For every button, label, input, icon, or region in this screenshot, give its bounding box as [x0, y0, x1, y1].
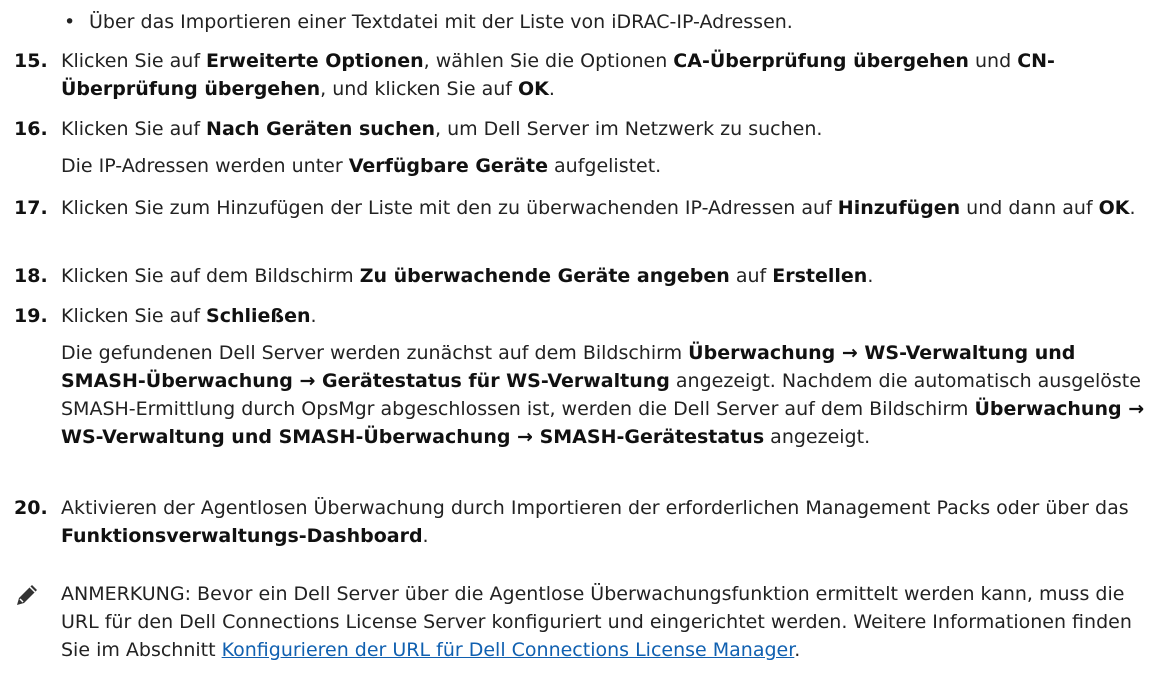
- bullet-text: Über das Importieren einer Textdatei mit…: [89, 11, 793, 33]
- text: und: [968, 50, 1018, 72]
- ui-term: Funktionsverwaltungs-Dashboard: [61, 525, 423, 547]
- ui-term: Erstellen: [772, 265, 868, 287]
- step-paragraph: Klicken Sie auf Schließen.: [61, 302, 1161, 330]
- note-text: ANMERKUNG: Bevor ein Dell Server über di…: [61, 580, 1161, 664]
- text: Die IP-Adressen werden unter: [61, 155, 349, 177]
- bullet-dot: •: [64, 11, 76, 33]
- text: .: [422, 525, 429, 547]
- text: und dann auf: [960, 197, 1099, 219]
- text: .: [548, 78, 555, 100]
- text: , um Dell Server im Netzwerk zu suchen.: [435, 118, 823, 140]
- step-number: 20.: [14, 497, 48, 519]
- ui-term: Hinzufügen: [837, 197, 961, 219]
- note-label: ANMERKUNG:: [61, 583, 192, 605]
- step-number: 19.: [14, 305, 48, 327]
- step-text: Klicken Sie auf Schließen. Die gefundene…: [61, 302, 1161, 451]
- text: Klicken Sie auf dem Bildschirm: [61, 265, 360, 287]
- step-text: Klicken Sie auf Nach Geräten suchen, um …: [61, 115, 1161, 180]
- step-text: Klicken Sie auf Erweiterte Optionen, wäh…: [61, 47, 1161, 103]
- text: angezeigt.: [764, 426, 871, 448]
- step-paragraph: Klicken Sie auf Nach Geräten suchen, um …: [61, 115, 1161, 143]
- step-text: Klicken Sie auf dem Bildschirm Zu überwa…: [61, 262, 1161, 290]
- ui-term: Nach Geräten suchen: [206, 118, 435, 140]
- text: Die gefundenen Dell Server werden zunäch…: [61, 342, 689, 364]
- text: Klicken Sie zum Hinzufügen der Liste mit…: [61, 197, 838, 219]
- text: Klicken Sie auf: [61, 118, 207, 140]
- ui-term: CA-Überprüfung übergehen: [673, 50, 969, 72]
- step-paragraph: Die gefundenen Dell Server werden zunäch…: [61, 339, 1161, 451]
- text: auf: [729, 265, 773, 287]
- text: , wählen Sie die Optionen: [423, 50, 674, 72]
- step-paragraph: Die IP-Adressen werden unter Verfügbare …: [61, 152, 1161, 180]
- ui-term: Schließen: [206, 305, 311, 327]
- ui-term: Zu überwachende Geräte angeben: [359, 265, 730, 287]
- ui-term: Erweiterte Optionen: [206, 50, 424, 72]
- step-text: Klicken Sie zum Hinzufügen der Liste mit…: [61, 194, 1161, 222]
- step-number: 15.: [14, 50, 48, 72]
- text: , und klicken Sie auf: [320, 78, 518, 100]
- text: Klicken Sie auf: [61, 305, 207, 327]
- text: Klicken Sie auf: [61, 50, 207, 72]
- text: .: [1129, 197, 1136, 219]
- ui-term: OK: [518, 78, 549, 100]
- text: .: [794, 639, 801, 661]
- step-number: 17.: [14, 197, 48, 219]
- step-text: Aktivieren der Agentlosen Überwachung du…: [61, 494, 1161, 550]
- text: aufgelistet.: [547, 155, 662, 177]
- section-link[interactable]: Konfigurieren der URL für Dell Connectio…: [222, 639, 795, 661]
- text: .: [310, 305, 317, 327]
- text: .: [867, 265, 874, 287]
- text: Aktivieren der Agentlosen Überwachung du…: [61, 497, 1129, 519]
- pencil-icon: [14, 582, 40, 608]
- ui-term: OK: [1098, 197, 1130, 219]
- step-number: 16.: [14, 118, 48, 140]
- ui-term: Verfügbare Geräte: [348, 155, 548, 177]
- step-number: 18.: [14, 265, 48, 287]
